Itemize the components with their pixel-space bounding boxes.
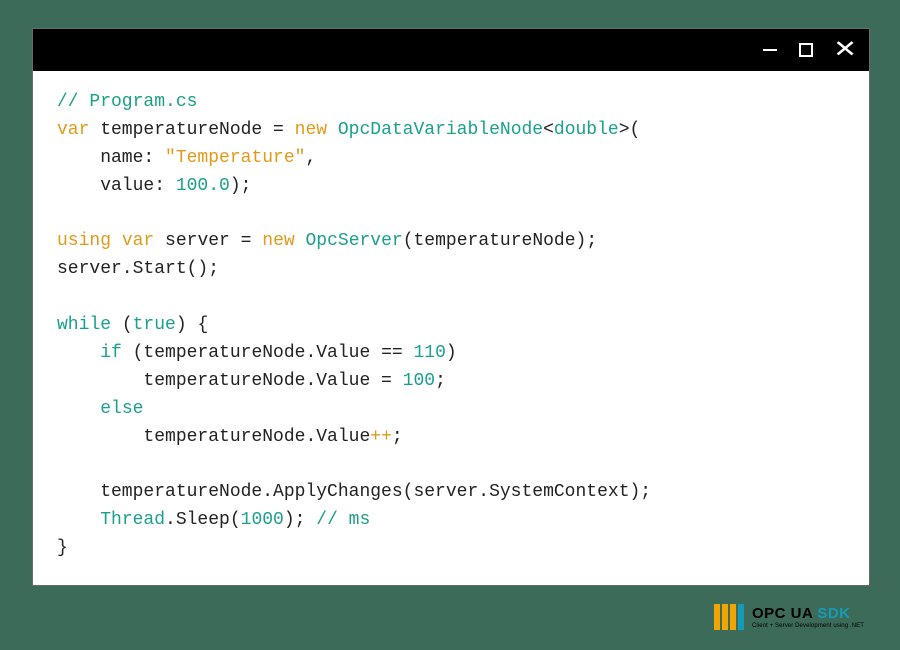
code-text: temperatureNode = bbox=[89, 120, 294, 140]
type-param: double bbox=[554, 120, 619, 140]
type-name: OpcServer bbox=[305, 231, 402, 251]
code-text: temperatureNode.Value bbox=[57, 427, 370, 447]
window-titlebar: ✕ bbox=[33, 29, 869, 71]
code-text: ; bbox=[435, 371, 446, 391]
brand-name: OPC UASDK bbox=[752, 606, 864, 621]
kw-else: else bbox=[100, 399, 143, 419]
code-text: server.Start(); bbox=[57, 259, 219, 279]
code-text: ); bbox=[230, 176, 252, 196]
minimize-icon[interactable] bbox=[763, 49, 777, 51]
kw-var: var bbox=[122, 231, 154, 251]
code-text: server = bbox=[154, 231, 262, 251]
code-comment: // Program.cs bbox=[57, 92, 197, 112]
code-text bbox=[327, 120, 338, 140]
number-literal: 100.0 bbox=[176, 176, 230, 196]
code-text bbox=[57, 510, 100, 530]
number-literal: 100 bbox=[403, 371, 435, 391]
code-text: (temperatureNode); bbox=[403, 231, 597, 251]
code-text: < bbox=[543, 120, 554, 140]
code-text: temperatureNode.Value = bbox=[57, 371, 403, 391]
code-text: temperatureNode.ApplyChanges(server.Syst… bbox=[57, 482, 651, 502]
code-block: // Program.cs var temperatureNode = new … bbox=[33, 71, 869, 585]
type-name: OpcDataVariableNode bbox=[338, 120, 543, 140]
brand-bars-icon bbox=[714, 604, 744, 630]
code-text: value: bbox=[57, 176, 176, 196]
code-window: ✕ // Program.cs var temperatureNode = ne… bbox=[32, 28, 870, 586]
code-text: , bbox=[305, 148, 316, 168]
kw-true: true bbox=[133, 315, 176, 335]
code-text bbox=[57, 399, 100, 419]
brand-name-b: SDK bbox=[817, 605, 850, 622]
number-literal: 1000 bbox=[241, 510, 284, 530]
brand-tagline: Client + Server Development using .NET bbox=[752, 623, 864, 629]
code-text: ; bbox=[392, 427, 403, 447]
code-text: name: bbox=[57, 148, 165, 168]
brand-name-a: OPC UA bbox=[752, 605, 813, 622]
type-name: Thread bbox=[100, 510, 165, 530]
code-text: .Sleep( bbox=[165, 510, 241, 530]
code-text: >( bbox=[619, 120, 641, 140]
op-inc: ++ bbox=[370, 427, 392, 447]
code-text: } bbox=[57, 538, 68, 558]
code-text bbox=[111, 231, 122, 251]
kw-var: var bbox=[57, 120, 89, 140]
code-text bbox=[57, 343, 100, 363]
code-text: ); bbox=[284, 510, 316, 530]
kw-if: if bbox=[100, 343, 122, 363]
code-text: ( bbox=[111, 315, 133, 335]
kw-new: new bbox=[262, 231, 294, 251]
maximize-icon[interactable] bbox=[799, 43, 813, 57]
code-text: ) bbox=[446, 343, 457, 363]
code-text bbox=[295, 231, 306, 251]
code-comment: // ms bbox=[316, 510, 370, 530]
code-text: ) { bbox=[176, 315, 208, 335]
number-literal: 110 bbox=[413, 343, 445, 363]
string-literal: "Temperature" bbox=[165, 148, 305, 168]
brand-badge: OPC UASDK Client + Server Development us… bbox=[714, 604, 864, 630]
kw-using: using bbox=[57, 231, 111, 251]
code-text: (temperatureNode.Value == bbox=[122, 343, 414, 363]
kw-new: new bbox=[295, 120, 327, 140]
kw-while: while bbox=[57, 315, 111, 335]
close-icon[interactable]: ✕ bbox=[833, 38, 857, 62]
